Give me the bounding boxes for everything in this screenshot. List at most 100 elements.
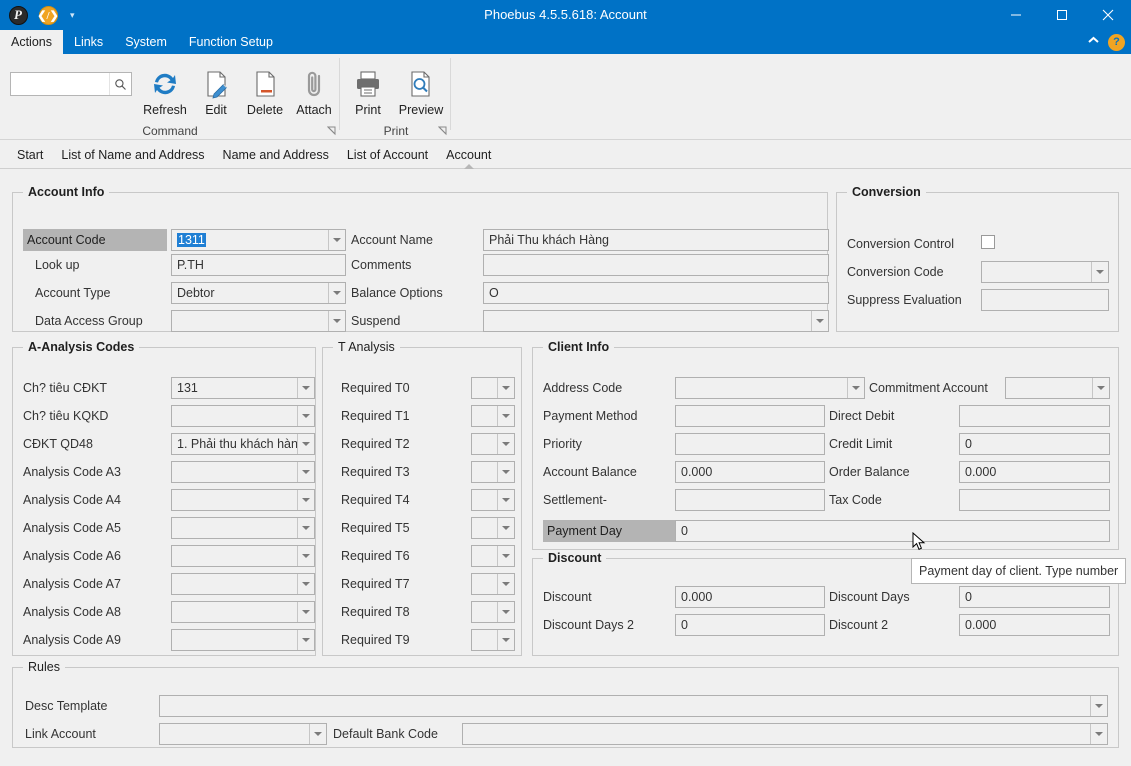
minimize-icon[interactable] [993, 0, 1039, 30]
t-row-combo-1[interactable] [471, 405, 515, 427]
direct-debit-field[interactable] [959, 405, 1110, 427]
discount-2-field[interactable]: 0.000 [959, 614, 1110, 636]
data-access-group-combo[interactable] [171, 310, 346, 332]
chevron-down-icon[interactable] [1091, 262, 1108, 282]
tab-links[interactable]: Links [63, 30, 114, 54]
analysis-row-combo-7[interactable] [171, 573, 315, 595]
chevron-down-icon[interactable] [297, 406, 314, 426]
chevron-down-icon[interactable] [497, 490, 514, 510]
refresh-button[interactable]: Refresh [140, 62, 190, 128]
discount-days-2-field[interactable]: 0 [675, 614, 825, 636]
help-icon[interactable]: ? [1108, 33, 1125, 51]
edit-button[interactable]: Edit [191, 62, 241, 128]
app-logo-icon[interactable]: P [6, 3, 30, 27]
chevron-down-icon[interactable] [811, 311, 828, 331]
credit-limit-field[interactable]: 0 [959, 433, 1110, 455]
suppress-evaluation-field[interactable] [981, 289, 1109, 311]
comments-field[interactable] [483, 254, 829, 276]
collapse-ribbon-icon[interactable] [1087, 36, 1100, 48]
priority-field[interactable] [675, 433, 825, 455]
chevron-down-icon[interactable] [1090, 724, 1107, 744]
chevron-down-icon[interactable] [497, 378, 514, 398]
t-row-combo-4[interactable] [471, 489, 515, 511]
payment-day-field[interactable]: 0 [675, 520, 1110, 542]
delete-button[interactable]: Delete [240, 62, 290, 128]
account-type-value[interactable]: Debtor [172, 286, 328, 300]
chevron-down-icon[interactable] [328, 311, 345, 331]
tab-function-setup[interactable]: Function Setup [178, 30, 284, 54]
search-input[interactable] [11, 73, 109, 95]
nav-item-start[interactable]: Start [8, 142, 52, 168]
print-dialog-launcher-icon[interactable] [437, 126, 448, 137]
chevron-down-icon[interactable] [297, 490, 314, 510]
commitment-account-combo[interactable] [1005, 377, 1110, 399]
chevron-down-icon[interactable] [297, 602, 314, 622]
preview-button[interactable]: Preview [392, 62, 450, 128]
chevron-down-icon[interactable] [497, 518, 514, 538]
payment-method-field[interactable] [675, 405, 825, 427]
attach-button[interactable]: Attach [289, 62, 339, 128]
chevron-down-icon[interactable] [328, 230, 345, 250]
lookup-field[interactable]: P.TH [171, 254, 346, 276]
analysis-row-combo-5[interactable] [171, 517, 315, 539]
chevron-down-icon[interactable] [497, 434, 514, 454]
link-account-combo[interactable] [159, 723, 327, 745]
chevron-down-icon[interactable] [297, 378, 314, 398]
chevron-down-icon[interactable] [497, 406, 514, 426]
analysis-row-combo-0[interactable]: 131 [171, 377, 315, 399]
chevron-down-icon[interactable] [297, 518, 314, 538]
balance-options-field[interactable]: O [483, 282, 829, 304]
chevron-down-icon[interactable] [328, 283, 345, 303]
analysis-row-combo-8[interactable] [171, 601, 315, 623]
maximize-icon[interactable] [1039, 0, 1085, 30]
analysis-row-value-2[interactable]: 1. Phải thu khách hàn [172, 437, 297, 451]
chevron-down-icon[interactable] [297, 462, 314, 482]
chevron-down-icon[interactable] [309, 724, 326, 744]
discount-days-field[interactable]: 0 [959, 586, 1110, 608]
tab-actions[interactable]: Actions [0, 30, 63, 54]
analysis-row-combo-9[interactable] [171, 629, 315, 651]
chevron-down-icon[interactable] [1090, 696, 1107, 716]
t-row-combo-9[interactable] [471, 629, 515, 651]
analysis-row-combo-2[interactable]: 1. Phải thu khách hàn [171, 433, 315, 455]
default-bank-code-combo[interactable] [462, 723, 1108, 745]
analysis-row-combo-4[interactable] [171, 489, 315, 511]
chevron-down-icon[interactable] [497, 574, 514, 594]
chevron-down-icon[interactable] [497, 602, 514, 622]
command-dialog-launcher-icon[interactable] [326, 126, 337, 137]
code-icon[interactable]: ❮/❯ [36, 3, 60, 27]
print-button[interactable]: Print [343, 62, 393, 128]
chevron-down-icon[interactable] [497, 462, 514, 482]
chevron-down-icon[interactable] [847, 378, 864, 398]
search-icon[interactable] [109, 73, 131, 95]
nav-item-list-of-name-and-address[interactable]: List of Name and Address [52, 142, 213, 168]
discount-field[interactable]: 0.000 [675, 586, 825, 608]
t-row-combo-5[interactable] [471, 517, 515, 539]
chevron-down-icon[interactable] [497, 546, 514, 566]
t-row-combo-2[interactable] [471, 433, 515, 455]
close-icon[interactable] [1085, 0, 1131, 30]
desc-template-combo[interactable] [159, 695, 1108, 717]
account-code-value[interactable]: 1311 [172, 233, 328, 247]
chevron-down-icon[interactable] [497, 630, 514, 650]
t-row-combo-0[interactable] [471, 377, 515, 399]
analysis-row-combo-1[interactable] [171, 405, 315, 427]
t-row-combo-3[interactable] [471, 461, 515, 483]
account-type-combo[interactable]: Debtor [171, 282, 346, 304]
analysis-row-combo-3[interactable] [171, 461, 315, 483]
suspend-combo[interactable] [483, 310, 829, 332]
t-row-combo-7[interactable] [471, 573, 515, 595]
search-box[interactable] [10, 72, 132, 96]
tab-system[interactable]: System [114, 30, 178, 54]
address-code-combo[interactable] [675, 377, 865, 399]
chevron-down-icon[interactable]: ▾ [66, 10, 79, 21]
tax-code-field[interactable] [959, 489, 1110, 511]
nav-item-account[interactable]: Account [437, 142, 500, 169]
nav-item-list-of-account[interactable]: List of Account [338, 142, 437, 168]
analysis-row-value-0[interactable]: 131 [172, 381, 297, 395]
nav-item-name-and-address[interactable]: Name and Address [214, 142, 338, 168]
conversion-control-checkbox[interactable] [981, 235, 995, 249]
t-row-combo-6[interactable] [471, 545, 515, 567]
account-name-field[interactable]: Phải Thu khách Hàng [483, 229, 829, 251]
chevron-down-icon[interactable] [297, 546, 314, 566]
